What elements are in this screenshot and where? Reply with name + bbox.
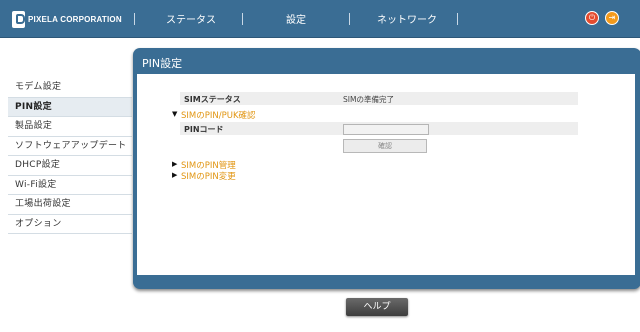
sidebar-item-software-update[interactable]: ソフトウェアアップデート <box>8 137 132 156</box>
confirm-button[interactable]: 確認 <box>343 139 427 153</box>
sidebar-item-factory-reset[interactable]: 工場出荷設定 <box>8 195 132 215</box>
sidebar: モデム設定 PIN設定 製品設定 ソフトウェアアップデート DHCP設定 Wi-… <box>8 78 132 234</box>
nav-separator <box>457 13 458 25</box>
nav-separator <box>349 13 350 25</box>
power-icon[interactable]: ⏻ <box>585 11 599 25</box>
sidebar-item-modem[interactable]: モデム設定 <box>8 78 132 98</box>
pin-code-input[interactable] <box>343 124 429 135</box>
sim-status-value: SIMの準備完了 <box>343 95 394 104</box>
sidebar-item-dhcp[interactable]: DHCP設定 <box>8 156 132 176</box>
help-button[interactable]: ヘルプ <box>346 298 408 316</box>
pin-code-label: PINコード <box>184 125 224 134</box>
collapsed-triangle-icon: ▶ <box>172 160 178 168</box>
pin-puk-link[interactable]: SIMのPIN/PUK確認 <box>181 109 256 121</box>
logo: PIXELA CORPORATION <box>12 9 122 29</box>
sidebar-item-wifi[interactable]: Wi-Fi設定 <box>8 176 132 195</box>
sidebar-item-options[interactable]: オプション <box>8 215 132 234</box>
nav-separator <box>134 13 135 25</box>
exit-icon[interactable]: ⇥ <box>605 11 619 25</box>
sim-status-label: SIMステータス <box>184 95 241 104</box>
collapsed-triangle-icon: ▶ <box>172 171 178 179</box>
nav-separator <box>242 13 243 25</box>
sidebar-item-product[interactable]: 製品設定 <box>8 117 132 137</box>
top-bar: PIXELA CORPORATION ステータス 設定 ネットワーク ⏻ ⇥ <box>0 0 640 38</box>
pin-change-link[interactable]: SIMのPIN変更 <box>181 170 236 182</box>
page-title: PIN設定 <box>142 57 183 70</box>
sidebar-item-pin[interactable]: PIN設定 <box>8 97 132 117</box>
expanded-triangle-icon: ▼ <box>172 110 178 118</box>
nav-settings[interactable]: 設定 <box>286 11 306 26</box>
logo-icon <box>12 10 25 28</box>
nav-status[interactable]: ステータス <box>166 11 216 26</box>
brand-name: PIXELA CORPORATION <box>28 14 122 24</box>
nav-network[interactable]: ネットワーク <box>377 11 437 26</box>
